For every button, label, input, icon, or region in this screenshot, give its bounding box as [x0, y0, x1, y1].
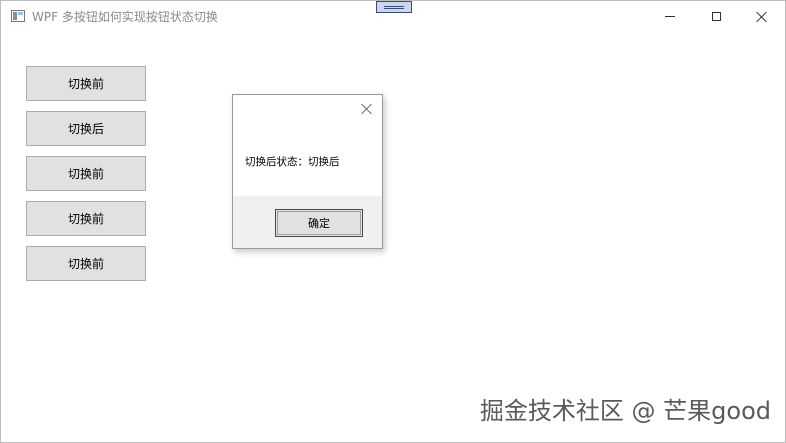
message-box: 切换后状态：切换后 确定 [232, 94, 383, 249]
watermark: 掘金技术社区 @ 芒果good [479, 397, 771, 425]
drag-handle-icon[interactable] [376, 1, 412, 13]
window-title: WPF 多按钮如何实现按钮状态切换 [32, 10, 218, 24]
toggle-button-4[interactable]: 切换前 [26, 201, 146, 236]
maximize-icon [711, 12, 721, 21]
dialog-message: 切换后状态：切换后 [245, 156, 340, 168]
close-icon [756, 11, 768, 23]
toggle-button-3[interactable]: 切换前 [26, 156, 146, 191]
minimize-button[interactable] [647, 1, 693, 32]
minimize-icon [665, 16, 675, 17]
toggle-button-5[interactable]: 切换前 [26, 246, 146, 281]
toggle-button-2[interactable]: 切换后 [26, 111, 146, 146]
ok-button[interactable]: 确定 [275, 209, 363, 237]
dialog-close-icon[interactable] [361, 103, 373, 115]
maximize-button[interactable] [693, 1, 739, 32]
toggle-button-1[interactable]: 切换前 [26, 66, 146, 101]
main-window: WPF 多按钮如何实现按钮状态切换 切换前 切换后 切换前 切换前 切换前 切换… [0, 0, 786, 443]
close-button[interactable] [739, 1, 785, 32]
dialog-footer: 确定 [233, 196, 382, 248]
app-window-icon [11, 10, 25, 22]
